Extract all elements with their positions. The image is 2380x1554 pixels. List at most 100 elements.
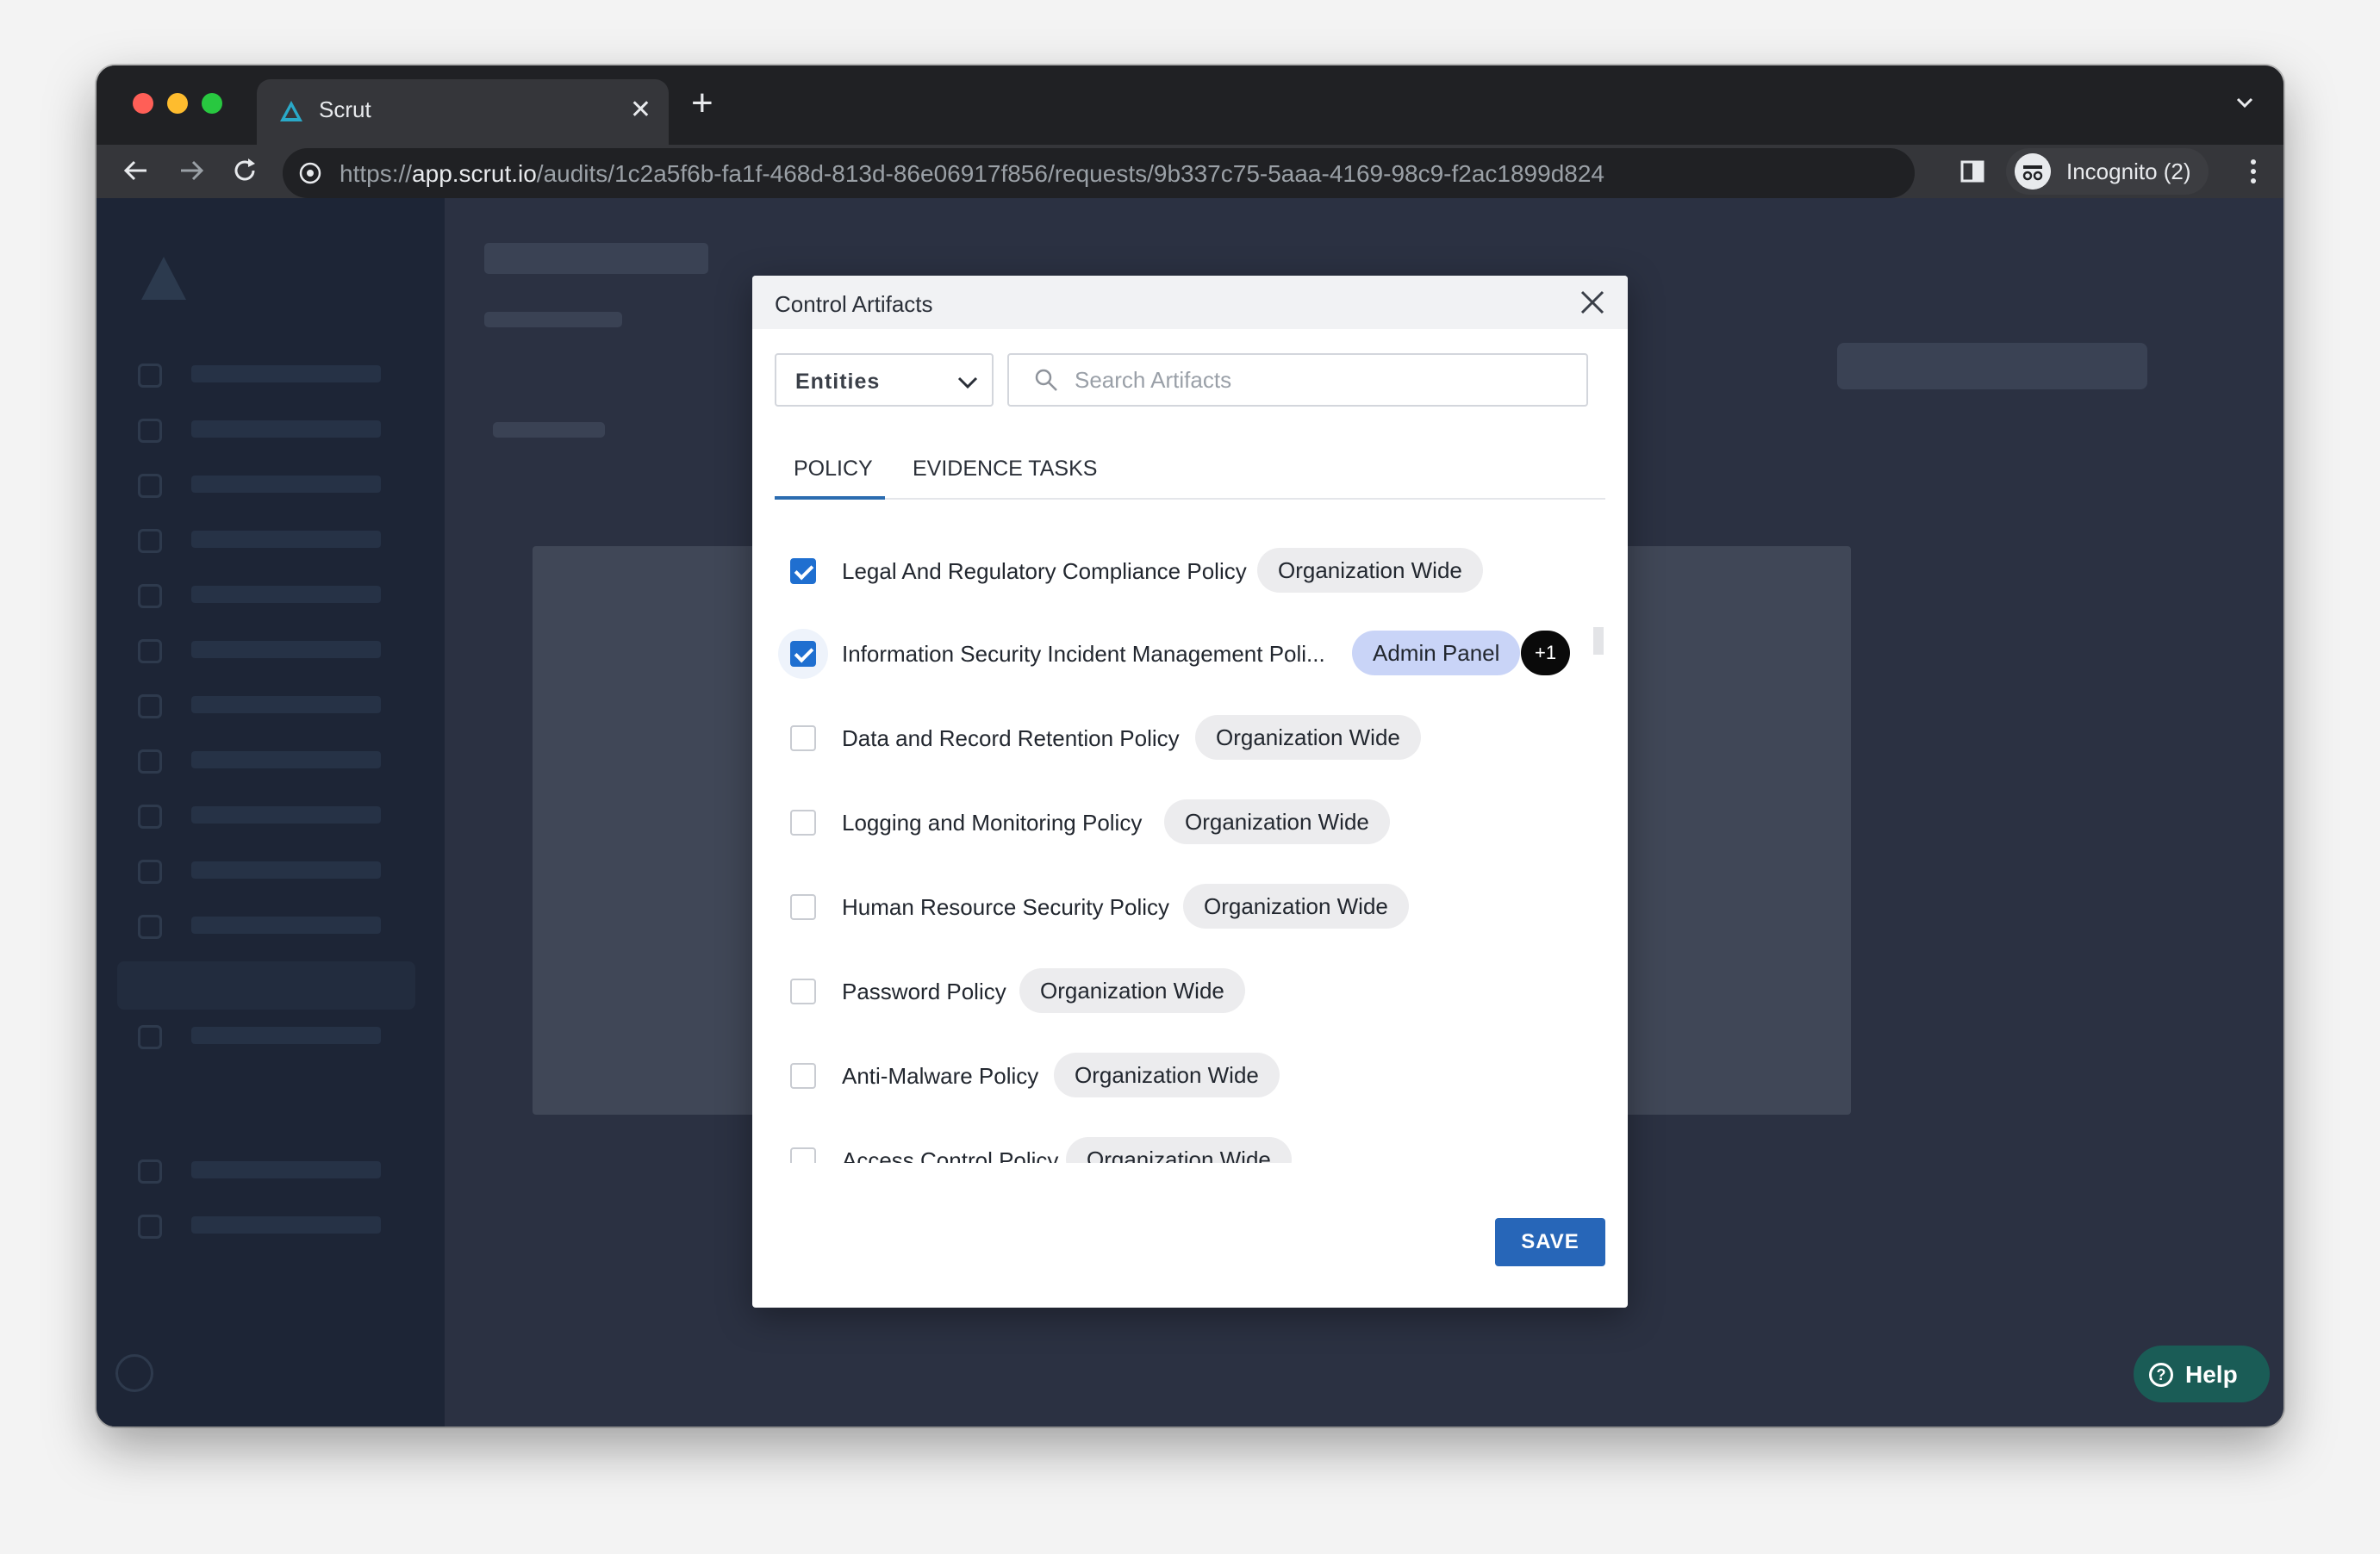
evidence-icon: [138, 584, 162, 608]
sidebar-item: [138, 855, 414, 889]
incognito-label: Incognito (2): [2066, 159, 2191, 184]
policy-name: Data and Record Retention Policy: [842, 725, 1180, 751]
sidebar-item: [138, 1154, 414, 1189]
updates-icon: [138, 1159, 162, 1184]
sidebar-item: [138, 744, 414, 779]
policy-row[interactable]: Anti-Malware Policy Organization Wide: [775, 1046, 1602, 1106]
vendor-icon: [138, 694, 162, 718]
policy-row[interactable]: Data and Record Retention Policy Organiz…: [775, 708, 1602, 768]
minimize-window-button[interactable]: [167, 93, 188, 114]
artifact-tabs: POLICY EVIDENCE TASKS: [775, 448, 1605, 500]
incognito-badge[interactable]: Incognito (2): [2006, 148, 2209, 195]
dialog-header: Control Artifacts: [752, 276, 1628, 329]
policy-row[interactable]: Password Policy Organization Wide: [775, 961, 1602, 1022]
policy-icon: [138, 474, 162, 498]
sidebar-item: [138, 524, 414, 558]
policy-row[interactable]: Access Control Policy Organization Wide: [775, 1130, 1602, 1163]
tab-strip: Scrut ✕ +: [97, 65, 2283, 145]
forward-arrow-icon[interactable]: [174, 153, 209, 188]
vault-icon: [138, 1215, 162, 1239]
policy-name: Password Policy: [842, 979, 1006, 1004]
policy-checkbox[interactable]: [790, 1063, 816, 1089]
help-button[interactable]: ? Help: [2134, 1346, 2270, 1402]
close-window-button[interactable]: [133, 93, 153, 114]
policy-checkbox[interactable]: [790, 1147, 816, 1163]
entity-chip: Organization Wide: [1019, 968, 1245, 1013]
sidebar-item: [138, 689, 414, 724]
sidebar-item: [138, 413, 414, 448]
people-icon: [138, 639, 162, 663]
close-icon[interactable]: [1578, 288, 1607, 317]
entity-chip: Admin Panel: [1352, 631, 1521, 675]
reload-icon[interactable]: [227, 153, 262, 188]
corrective-icon: [138, 915, 162, 939]
sidebar-item: [138, 910, 414, 944]
list-scrollbar[interactable]: [1593, 627, 1604, 655]
search-input[interactable]: [1075, 365, 1557, 395]
back-arrow-icon[interactable]: [119, 153, 153, 188]
sidebar-item: [138, 1020, 414, 1054]
policy-name: Access Control Policy: [842, 1147, 1059, 1163]
section-label-placeholder: [484, 312, 622, 327]
dashboard-icon: [138, 364, 162, 388]
cloud-icon: [138, 529, 162, 553]
policy-row[interactable]: Logging and Monitoring Policy Organizati…: [775, 793, 1602, 853]
entity-chip: Organization Wide: [1164, 799, 1390, 844]
policy-name: Anti-Malware Policy: [842, 1063, 1039, 1089]
entity-chip: Organization Wide: [1183, 884, 1409, 929]
policy-checkbox[interactable]: [790, 894, 816, 920]
tab-placeholder: [493, 422, 605, 438]
avatar: [115, 1354, 153, 1392]
side-panel-icon[interactable]: [1959, 159, 1985, 184]
more-entities-chip[interactable]: +1: [1521, 631, 1571, 675]
policy-row[interactable]: Human Resource Security Policy Organizat…: [775, 877, 1602, 937]
close-tab-icon[interactable]: ✕: [630, 95, 651, 126]
entities-select-value: Entities: [795, 370, 881, 394]
sidebar-item: [138, 469, 414, 503]
policy-checkbox[interactable]: [790, 641, 816, 667]
issues-icon: [138, 860, 162, 884]
sidebar-item: [138, 1209, 414, 1244]
address-bar[interactable]: https://app.scrut.io/audits/1c2a5f6b-fa1…: [283, 148, 1915, 198]
policy-checkbox[interactable]: [790, 725, 816, 751]
chevron-down-icon[interactable]: [2232, 90, 2258, 115]
policy-row[interactable]: Legal And Regulatory Compliance Policy O…: [775, 541, 1602, 601]
entities-select[interactable]: Entities: [775, 353, 994, 407]
browser-window: Scrut ✕ + https://app.scrut.io/audits/1c…: [97, 65, 2283, 1427]
maximize-window-button[interactable]: [202, 93, 222, 114]
scrut-logo-icon: [280, 101, 302, 121]
asset-icon: [138, 1025, 162, 1049]
sidebar-item: [138, 634, 414, 668]
browser-tab[interactable]: Scrut ✕: [257, 79, 669, 145]
search-icon: [1035, 369, 1057, 391]
help-label: Help: [2185, 1361, 2238, 1388]
url-text: https://app.scrut.io/audits/1c2a5f6b-fa1…: [340, 160, 1604, 187]
frameworks-icon: [138, 419, 162, 443]
policy-checkbox[interactable]: [790, 810, 816, 836]
browser-menu-icon[interactable]: [2249, 157, 2258, 186]
policy-row[interactable]: Information Security Incident Management…: [775, 624, 1602, 684]
app-logo-icon: [141, 257, 186, 300]
save-button[interactable]: SAVE: [1495, 1218, 1605, 1266]
sidebar-item-active: [117, 961, 415, 1010]
policy-list: Legal And Regulatory Compliance Policy O…: [775, 534, 1602, 1163]
question-icon: ?: [2149, 1363, 2173, 1387]
risk-icon: [138, 805, 162, 829]
tab-title: Scrut: [319, 96, 371, 122]
tab-evidence-tasks[interactable]: EVIDENCE TASKS: [913, 457, 1097, 500]
site-info-icon[interactable]: [298, 161, 322, 185]
search-box[interactable]: [1007, 353, 1588, 407]
chevron-down-icon: [957, 376, 978, 389]
sidebar-item: [138, 358, 414, 393]
policy-name: Human Resource Security Policy: [842, 894, 1170, 920]
incognito-icon: [2015, 153, 2051, 190]
control-artifacts-dialog: Control Artifacts Entities POLICY EVIDEN…: [752, 276, 1628, 1308]
tab-policy[interactable]: POLICY: [794, 457, 873, 500]
new-tab-icon[interactable]: +: [691, 84, 713, 122]
policy-checkbox[interactable]: [790, 558, 816, 584]
sidebar-item: [138, 799, 414, 834]
entity-chip: Organization Wide: [1054, 1053, 1280, 1097]
sidebar: [97, 198, 445, 1427]
policy-name: Logging and Monitoring Policy: [842, 810, 1143, 836]
policy-checkbox[interactable]: [790, 979, 816, 1004]
